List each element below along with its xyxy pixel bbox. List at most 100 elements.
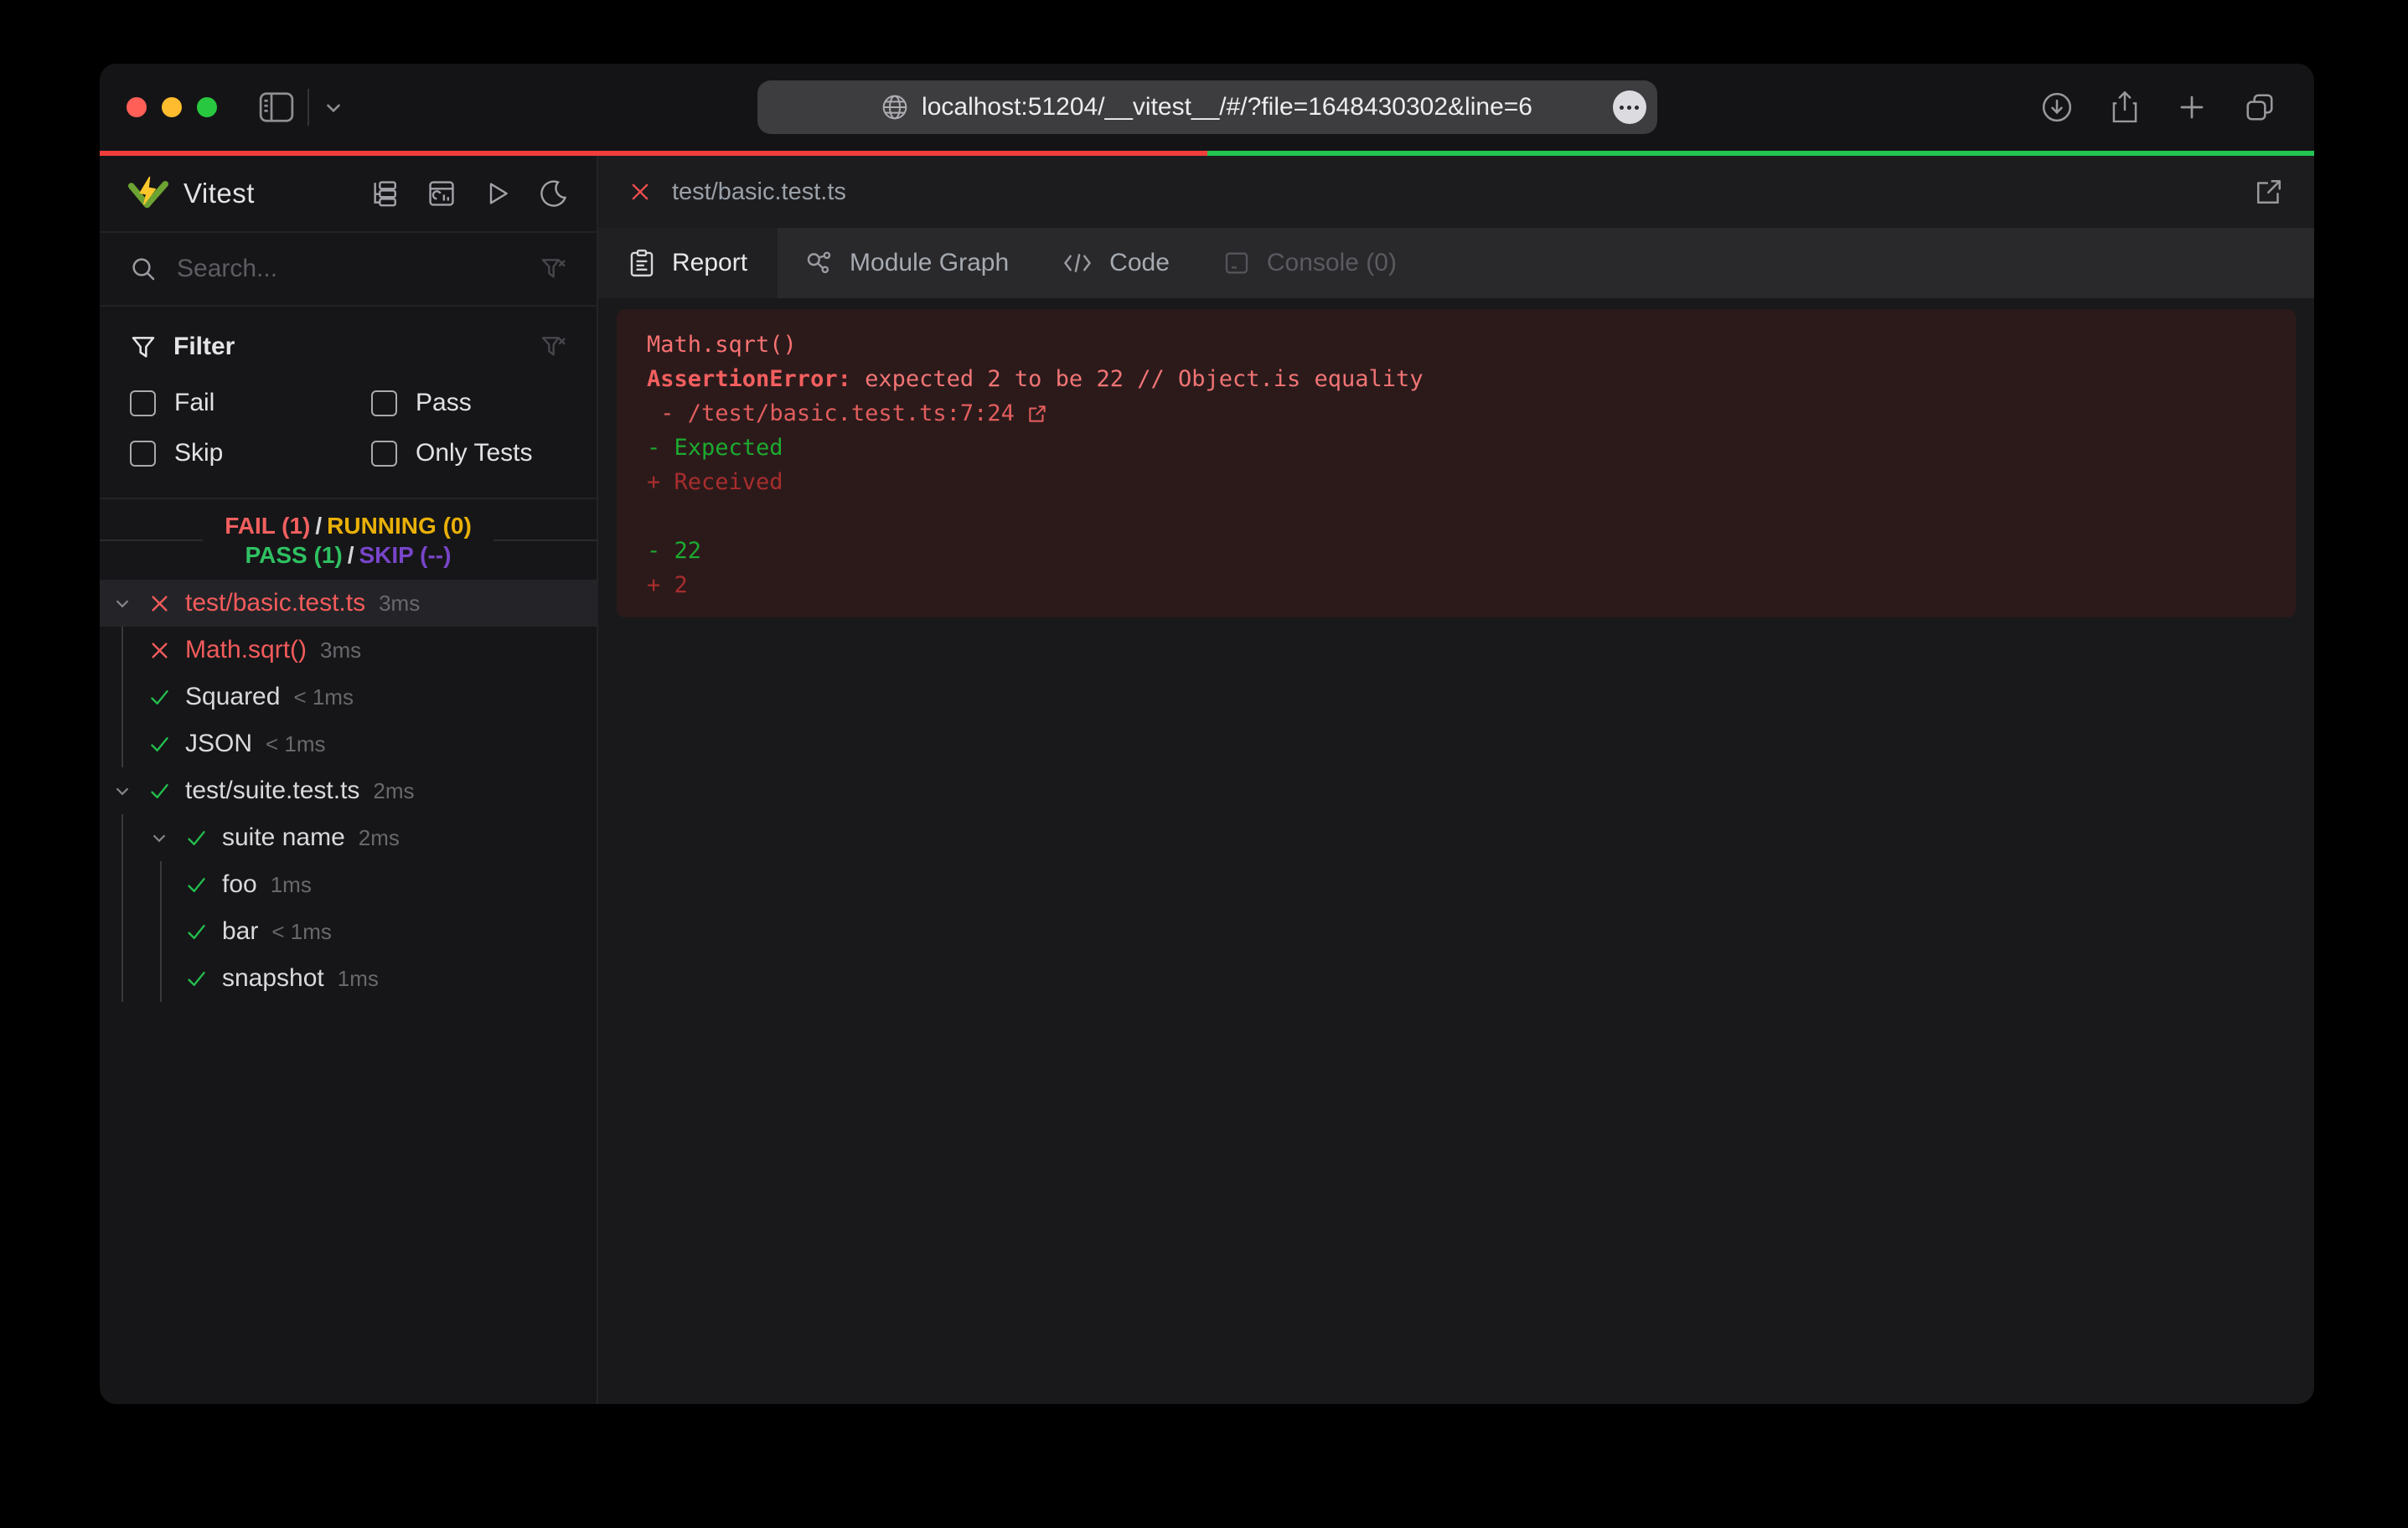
console-icon bbox=[1223, 250, 1250, 276]
downloads-icon[interactable] bbox=[2041, 91, 2073, 123]
clear-search-filter-icon[interactable] bbox=[540, 256, 566, 282]
sidebar: Vitest bbox=[100, 156, 598, 1404]
filter-checkbox-pass[interactable]: Pass bbox=[371, 389, 566, 417]
pass-check-icon bbox=[185, 874, 222, 896]
vitest-logo bbox=[128, 174, 168, 213]
dark-mode-icon[interactable] bbox=[540, 179, 568, 208]
view-tabs: Report Module Graph bbox=[598, 228, 2314, 298]
tree-row-file-suite[interactable]: test/suite.test.ts 2ms bbox=[100, 767, 597, 814]
test-tree: test/basic.test.ts 3ms Math.sqrt() 3ms bbox=[100, 580, 597, 1404]
fail-count: FAIL (1) bbox=[225, 513, 310, 539]
test-label: test/suite.test.ts bbox=[185, 777, 359, 805]
dashboard-icon[interactable] bbox=[427, 179, 456, 208]
tree-row-json[interactable]: JSON < 1ms bbox=[100, 720, 597, 767]
clear-filters-icon[interactable] bbox=[540, 333, 566, 360]
test-label: test/basic.test.ts bbox=[185, 589, 365, 617]
app-title: Vitest bbox=[183, 178, 255, 209]
tree-row-file-basic[interactable]: test/basic.test.ts 3ms bbox=[100, 580, 597, 627]
test-duration: 1ms bbox=[271, 872, 312, 898]
run-all-icon[interactable] bbox=[484, 180, 511, 207]
test-label: snapshot bbox=[222, 964, 324, 993]
test-duration: 1ms bbox=[338, 966, 379, 992]
error-test-title: Math.sqrt() bbox=[647, 332, 797, 358]
error-name: AssertionError: bbox=[647, 366, 851, 392]
test-duration: 3ms bbox=[320, 638, 361, 663]
tab-overview-icon[interactable] bbox=[2244, 91, 2276, 123]
chevron-down-icon[interactable] bbox=[111, 592, 148, 614]
tree-row-suite-name[interactable]: suite name 2ms bbox=[100, 814, 597, 861]
chevron-down-icon[interactable] bbox=[111, 780, 148, 802]
checkbox-icon bbox=[371, 390, 397, 416]
tab-label: Code bbox=[1109, 249, 1170, 277]
filter-section: Filter Fail Pass bbox=[100, 307, 597, 476]
blank-line bbox=[647, 499, 2266, 534]
tab-console[interactable]: Console (0) bbox=[1196, 228, 1424, 298]
test-label: Squared bbox=[185, 683, 280, 711]
external-link-icon[interactable] bbox=[1026, 351, 1217, 477]
search-row bbox=[100, 233, 597, 307]
pass-check-icon bbox=[148, 733, 185, 756]
diff-expected-label: - Expected bbox=[647, 435, 783, 461]
test-duration: < 1ms bbox=[266, 731, 326, 757]
diff-received-label: + Received bbox=[647, 469, 783, 495]
filter-icon bbox=[130, 333, 157, 360]
url-text: localhost:51204/__vitest__/#/?file=16484… bbox=[922, 93, 1532, 121]
skip-count: SKIP (--) bbox=[359, 542, 452, 568]
tab-module-graph[interactable]: Module Graph bbox=[778, 228, 1036, 298]
test-duration: 3ms bbox=[379, 591, 420, 617]
pass-check-icon bbox=[185, 921, 222, 943]
sidebar-toggle-icon[interactable] bbox=[259, 92, 294, 122]
run-status-summary: FAIL (1)/RUNNING (0) PASS (1)/SKIP (--) bbox=[100, 498, 597, 580]
status-separator: / bbox=[310, 513, 327, 539]
close-file-tab-icon[interactable] bbox=[628, 180, 652, 204]
tree-row-bar[interactable]: bar < 1ms bbox=[100, 908, 597, 955]
tree-row-foo[interactable]: foo 1ms bbox=[100, 861, 597, 908]
traffic-lights bbox=[127, 97, 217, 117]
running-count: RUNNING (0) bbox=[327, 513, 472, 539]
test-duration: < 1ms bbox=[271, 919, 332, 945]
checkbox-label: Skip bbox=[174, 439, 223, 467]
test-label: bar bbox=[222, 917, 258, 946]
diff-expected-value: - 22 bbox=[647, 538, 701, 564]
test-label: suite name bbox=[222, 823, 345, 852]
address-bar[interactable]: localhost:51204/__vitest__/#/?file=16484… bbox=[757, 80, 1657, 134]
filter-checkbox-only-tests[interactable]: Only Tests bbox=[371, 439, 566, 467]
tree-view-icon[interactable] bbox=[370, 179, 399, 208]
tree-indent-guide bbox=[121, 627, 123, 767]
report-icon bbox=[628, 249, 655, 277]
error-report-panel: Math.sqrt() AssertionError: expected 2 t… bbox=[617, 309, 2296, 617]
test-label: foo bbox=[222, 870, 257, 899]
module-graph-icon bbox=[804, 249, 833, 277]
tab-code[interactable]: Code bbox=[1036, 228, 1196, 298]
chrome-divider bbox=[307, 89, 309, 126]
tab-report[interactable]: Report bbox=[598, 228, 778, 298]
close-window-button[interactable] bbox=[127, 97, 147, 117]
new-tab-icon[interactable] bbox=[2177, 92, 2207, 122]
filter-checkbox-fail[interactable]: Fail bbox=[130, 389, 371, 417]
test-label: Math.sqrt() bbox=[185, 636, 307, 664]
main-panel: test/basic.test.ts R bbox=[598, 156, 2314, 1404]
tree-indent-guide bbox=[121, 814, 123, 1002]
tree-row-snapshot[interactable]: snapshot 1ms bbox=[100, 955, 597, 1002]
chevron-down-icon[interactable] bbox=[323, 96, 344, 118]
zoom-window-button[interactable] bbox=[197, 97, 217, 117]
share-icon[interactable] bbox=[2110, 90, 2140, 124]
minimize-window-button[interactable] bbox=[162, 97, 182, 117]
pass-check-icon bbox=[148, 780, 185, 803]
tree-row-squared[interactable]: Squared < 1ms bbox=[100, 674, 597, 720]
fail-x-icon bbox=[148, 639, 185, 662]
checkbox-icon bbox=[130, 390, 156, 416]
tree-indent-guide bbox=[160, 861, 162, 1002]
filter-checkbox-skip[interactable]: Skip bbox=[130, 439, 371, 467]
stack-file-link[interactable]: /test/basic.test.ts:7:24 bbox=[688, 400, 1015, 426]
chevron-down-icon[interactable] bbox=[148, 827, 185, 849]
more-options-button[interactable] bbox=[1613, 90, 1646, 124]
browser-window: localhost:51204/__vitest__/#/?file=16484… bbox=[100, 64, 2314, 1404]
search-input[interactable] bbox=[175, 254, 540, 284]
file-tab-bar: test/basic.test.ts bbox=[598, 156, 2314, 228]
fail-x-icon bbox=[148, 592, 185, 615]
tree-row-math-sqrt[interactable]: Math.sqrt() 3ms bbox=[100, 627, 597, 674]
file-tab-label[interactable]: test/basic.test.ts bbox=[672, 178, 846, 206]
pass-count: PASS (1) bbox=[245, 542, 343, 568]
open-external-icon[interactable] bbox=[2254, 177, 2284, 207]
